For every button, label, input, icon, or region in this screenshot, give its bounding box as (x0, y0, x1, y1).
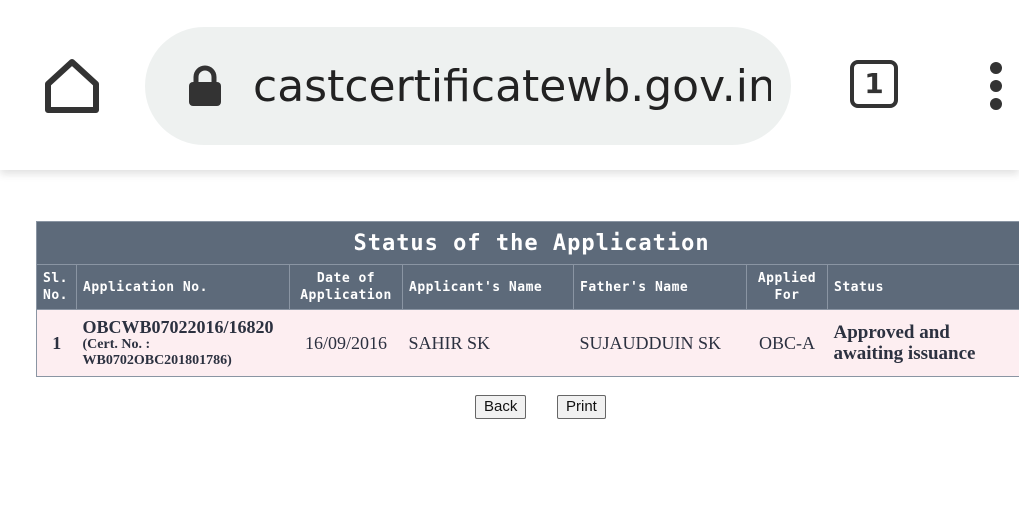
cell-date: 16/09/2016 (289, 309, 403, 377)
header-sl-no: Sl. No. (36, 264, 77, 310)
print-button[interactable]: Print (557, 395, 606, 419)
more-vert-icon[interactable] (984, 58, 1008, 114)
header-row: Sl. No. Application No. Date of Applicat… (36, 264, 1019, 310)
status-text: Approved and awaiting issuance (833, 322, 976, 364)
cert-label: (Cert. No. : (82, 337, 151, 352)
url-text: castcertificatewb.gov.in/ (253, 61, 771, 112)
cell-applicant-name: SAHIR SK (402, 309, 574, 377)
application-number: OBCWB07022016/16820 (82, 317, 274, 337)
address-bar[interactable]: castcertificatewb.gov.in/ (145, 27, 791, 145)
browser-toolbar: castcertificatewb.gov.in/ 1 (0, 0, 1019, 170)
tab-switcher-button[interactable]: 1 (850, 60, 898, 108)
cell-sl-no: 1 (36, 309, 77, 377)
cert-number: WB0702OBC201801786) (82, 353, 232, 368)
header-applicant-name: Applicant's Name (402, 264, 574, 310)
table-title: Status of the Application (35, 221, 1019, 265)
home-icon (45, 59, 99, 113)
cell-applied-for: OBC-A (746, 309, 828, 377)
header-status: Status (826, 264, 1019, 310)
home-button[interactable] (40, 54, 104, 118)
table-row: 1 OBCWB07022016/16820 (Cert. No. : WB070… (36, 309, 1019, 377)
header-application-no: Application No. (76, 264, 290, 310)
cell-application-no: OBCWB07022016/16820 (Cert. No. : WB0702O… (76, 309, 290, 377)
lock-icon (189, 65, 221, 106)
back-button[interactable]: Back (475, 395, 527, 419)
header-date-of-application: Date of Application (289, 264, 403, 310)
application-status-table: Status of the Application Sl. No. Applic… (35, 221, 1019, 377)
header-father-name: Father's Name (573, 264, 747, 310)
cell-status: Approved and awaiting issuance (827, 309, 1019, 377)
header-applied-for: Applied For (746, 264, 828, 310)
cell-father-name: SUJAUDDUIN SK (573, 309, 747, 377)
